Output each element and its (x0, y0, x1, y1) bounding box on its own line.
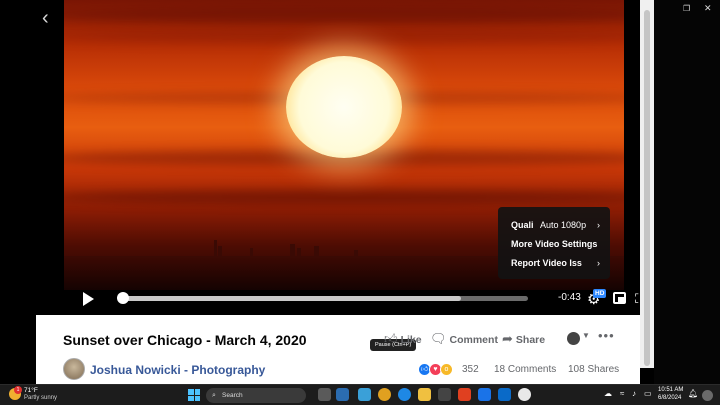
speaker-icon[interactable]: ♪ (632, 389, 636, 398)
quality-menu-item[interactable]: Quali Auto 1080p › (511, 218, 600, 232)
close-window-icon[interactable]: ✕ (704, 3, 712, 14)
share-label: Share (515, 334, 546, 346)
screen: Quali Auto 1080p › More Video Settings R… (0, 0, 720, 405)
report-video-label: Report Video Iss (511, 258, 582, 268)
chevron-right-icon: › (597, 258, 600, 268)
page-avatar[interactable] (567, 332, 580, 345)
chevron-right-icon: › (597, 220, 600, 230)
battery-icon[interactable]: ▭ (644, 389, 652, 398)
more-options-icon[interactable]: ••• (598, 328, 615, 343)
brave-icon[interactable] (458, 388, 471, 401)
reaction-count: 352 (462, 364, 479, 375)
scroll-thumb[interactable] (644, 10, 650, 366)
user-icon[interactable] (702, 390, 713, 401)
video-player[interactable]: Quali Auto 1080p › More Video Settings R… (36, 0, 640, 315)
shares-count[interactable]: 108 Shares (568, 364, 619, 375)
taskbar-app-icon[interactable] (336, 388, 349, 401)
cloud-band (64, 30, 624, 44)
media-player-icon[interactable] (518, 388, 531, 401)
taskbar-app-icon[interactable] (378, 388, 391, 401)
progress-fill (122, 296, 461, 301)
restore-window-icon[interactable]: ❐ (683, 4, 690, 13)
comments-count[interactable]: 18 Comments (494, 364, 556, 375)
taskbar-app-icon[interactable] (358, 388, 371, 401)
progress-knob[interactable] (117, 292, 129, 304)
clock-date[interactable]: 6/8/2024 (658, 395, 681, 401)
calendar-icon[interactable] (498, 388, 511, 401)
video-controls: -0:43 ⚙ HD ⛶ 🔊︎ (72, 284, 640, 314)
quality-value: Auto 1080p (540, 220, 587, 230)
weather-condition: Partly sunny (24, 395, 58, 401)
play-icon[interactable] (83, 292, 94, 306)
post-info: Sunset over Chicago - March 4, 2020 Paus… (36, 315, 640, 384)
task-view-icon[interactable] (318, 388, 331, 401)
cloud-band (64, 190, 624, 204)
taskbar: 1 71°F Partly sunny ⌕ Search ☁ ≈ ♪ ▭ 10:… (0, 384, 720, 405)
comment-icon: 🗨 (430, 331, 447, 346)
hd-badge: HD (593, 289, 607, 298)
taskbar-app-icon[interactable] (438, 388, 451, 401)
notification-icon[interactable]: 🔔︎ (688, 389, 698, 398)
start-icon[interactable] (188, 389, 200, 401)
weather-badge: 1 (14, 386, 22, 394)
mail-icon[interactable] (478, 388, 491, 401)
search-placeholder: Search (222, 392, 243, 399)
picture-in-picture-icon[interactable] (613, 292, 626, 304)
progress-bar[interactable] (122, 296, 528, 301)
thumbs-up-icon: 👍︎ (384, 331, 398, 346)
like-label: Like (400, 334, 422, 346)
share-icon: ➦ (502, 331, 513, 346)
search-icon: ⌕ (212, 392, 216, 399)
time-remaining: -0:43 (558, 292, 581, 303)
more-video-settings-item[interactable]: More Video Settings (511, 237, 600, 251)
edge-icon[interactable] (398, 388, 411, 401)
video-settings-menu: Quali Auto 1080p › More Video Settings R… (498, 207, 610, 279)
video-title: Sunset over Chicago - March 4, 2020 (63, 332, 307, 348)
scrollbar[interactable] (640, 0, 654, 368)
like-button[interactable]: 👍︎ Like (384, 331, 422, 347)
cloud-icon[interactable]: ☁ (604, 389, 612, 398)
back-icon[interactable]: ‹ (42, 8, 58, 28)
share-button[interactable]: ➦ Share (502, 331, 545, 347)
author-avatar[interactable] (63, 358, 85, 380)
file-explorer-icon[interactable] (418, 388, 431, 401)
author-link[interactable]: Joshua Nowicki - Photography (90, 363, 265, 377)
wifi-icon[interactable]: ≈ (620, 389, 624, 398)
more-video-settings-label: More Video Settings (511, 239, 598, 249)
wow-reaction-icon: o (440, 363, 453, 376)
chevron-down-icon[interactable]: ▼ (582, 331, 590, 340)
report-video-item[interactable]: Report Video Iss › (511, 256, 600, 270)
comment-button[interactable]: 🗨 Comment (430, 331, 498, 347)
clock-time[interactable]: 10:51 AM (658, 387, 683, 393)
temperature: 71°F (24, 387, 38, 394)
comment-label: Comment (449, 334, 498, 346)
sun (286, 56, 402, 158)
cloud-band (64, 6, 624, 24)
right-panel (654, 0, 720, 384)
quality-label: Quali (511, 220, 534, 230)
taskbar-search[interactable]: ⌕ Search (206, 388, 306, 403)
